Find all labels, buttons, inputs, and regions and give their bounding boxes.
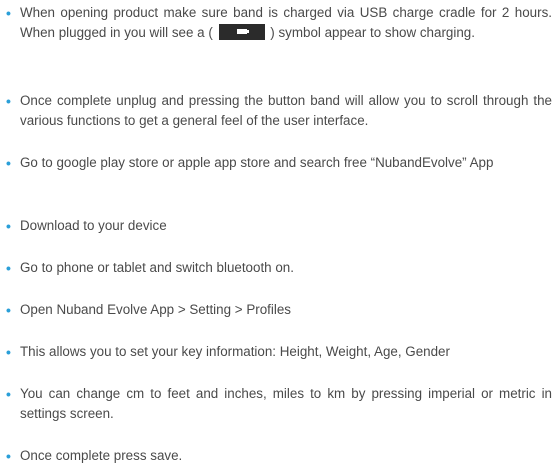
bullet-marker: • [6, 344, 11, 360]
instruction-item-6: • Open Nuband Evolve App > Setting > Pro… [6, 300, 552, 320]
instruction-text: This allows you to set your key informat… [20, 344, 450, 359]
instruction-item-2: • Once complete unplug and pressing the … [6, 91, 552, 131]
instruction-text: Go to phone or tablet and switch bluetoo… [20, 260, 294, 275]
instruction-text: Download to your device [20, 218, 167, 233]
instruction-text-after: ) symbol appear to show charging. [270, 25, 475, 40]
instruction-item-7: • This allows you to set your key inform… [6, 342, 552, 362]
bullet-marker: • [6, 386, 11, 402]
bullet-marker: • [6, 155, 11, 171]
instruction-text: Go to google play store or apple app sto… [20, 155, 494, 170]
instruction-text: When opening product make sure band is c… [20, 3, 552, 43]
instruction-item-8: • You can change cm to feet and inches, … [6, 384, 552, 424]
instruction-text: Open Nuband Evolve App > Setting > Profi… [20, 302, 291, 317]
battery-charging-icon [218, 24, 265, 40]
bullet-marker: • [6, 448, 11, 464]
instruction-text: Once complete unplug and pressing the bu… [20, 93, 552, 128]
bullet-marker: • [6, 260, 11, 276]
instruction-item-3: • Go to google play store or apple app s… [6, 153, 552, 173]
instruction-item-1: • When opening product make sure band is… [6, 3, 552, 43]
instruction-item-9: • Once complete press save. [6, 446, 552, 466]
instruction-item-5: • Go to phone or tablet and switch bluet… [6, 258, 552, 278]
instruction-text: Once complete press save. [20, 448, 183, 463]
instructions-document: • When opening product make sure band is… [0, 0, 556, 467]
bullet-marker: • [6, 218, 11, 234]
instruction-item-4: • Download to your device [6, 216, 552, 236]
instruction-text: You can change cm to feet and inches, mi… [20, 386, 552, 421]
bullet-marker: • [6, 5, 11, 21]
bullet-marker: • [6, 93, 11, 109]
bullet-marker: • [6, 302, 11, 318]
